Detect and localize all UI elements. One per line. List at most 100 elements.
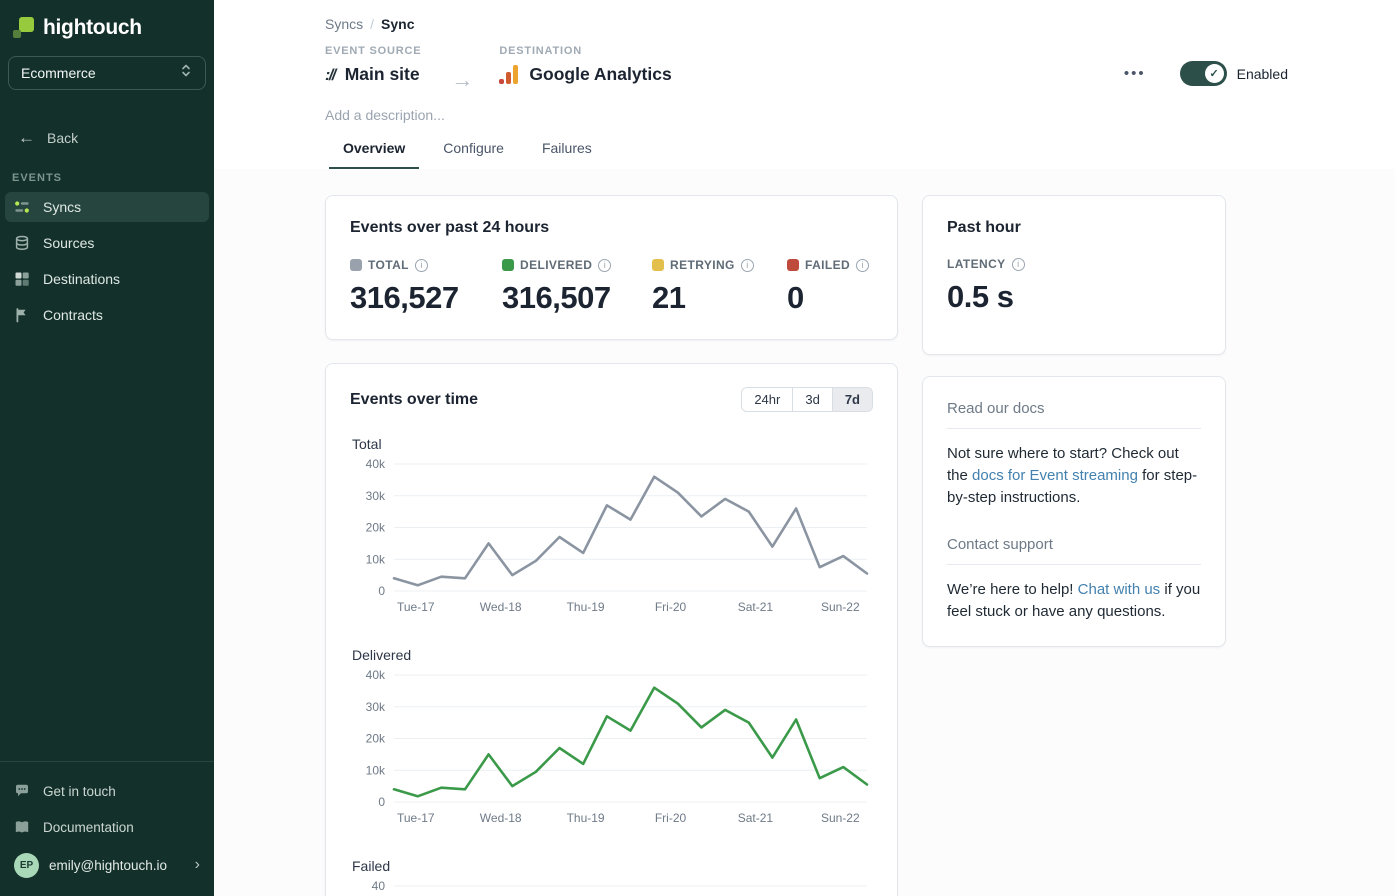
svg-text:20k: 20k [366,521,386,535]
user-menu[interactable]: EP emily@hightouch.io › [5,848,209,882]
sidebar-footer: Get in touch Documentation EP emily@high… [0,761,214,886]
stat-label: DELIVERED [520,258,592,272]
svg-text:Wed-18: Wed-18 [480,600,522,614]
total-swatch [350,259,362,271]
enabled-toggle[interactable] [1180,61,1227,86]
event-source-label: EVENT SOURCE [325,45,421,57]
svg-text:10k: 10k [366,552,386,566]
stat-value: 316,507 [502,280,652,316]
brand-logo[interactable]: hightouch [0,12,214,54]
chart-name-failed: Failed [350,858,873,874]
total-chart-section: Total 010k20k30k40kTue-17Wed-18Thu-19Fri… [350,436,873,623]
latency-label: LATENCY [947,257,1006,271]
ellipsis-menu-button[interactable] [1118,61,1152,86]
svg-text:Fri-20: Fri-20 [655,600,687,614]
sidebar: hightouch Ecommerce ← Back EVENTS Syncs [0,0,214,896]
svg-text:40: 40 [372,880,386,893]
sidebar-item-contracts[interactable]: Contracts [5,300,209,330]
breadcrumb: SyncsSync [325,16,1288,32]
svg-text:0: 0 [378,795,385,809]
failed-swatch [787,259,799,271]
support-paragraph: We’re here to help! Chat with us if you … [947,579,1201,623]
sidebar-item-label: Sources [43,235,94,251]
range-24hr-button[interactable]: 24hr [742,388,792,411]
svg-text:0: 0 [378,584,385,598]
header-controls: Enabled [1118,61,1288,86]
svg-text:Sun-22: Sun-22 [821,811,860,825]
divider [947,564,1201,565]
events-over-time-title: Events over time [350,391,478,409]
destination[interactable]: Google Analytics [499,64,671,85]
svg-text:Thu-19: Thu-19 [567,811,605,825]
info-icon[interactable] [856,259,869,272]
stat-failed: FAILED 0 [787,258,869,316]
svg-text:10k: 10k [366,763,386,777]
chart-name-delivered: Delivered [350,647,873,663]
past-hour-title: Past hour [947,219,1201,237]
contact-support-title: Contact support [947,536,1201,553]
left-column: Events over past 24 hours TOTAL 316,527 [325,195,898,896]
svg-text:Thu-19: Thu-19 [567,600,605,614]
svg-text:30k: 30k [366,700,386,714]
event-streaming-docs-link[interactable]: docs for Event streaming [972,467,1138,484]
events-24h-title: Events over past 24 hours [350,219,873,237]
sliders-icon [14,199,30,215]
sidebar-nav: Syncs Sources Destinations Contracts [0,192,214,336]
failed-events-chart: 010203040Tue-17Wed-18Thu-19Fri-20Sat-21S… [350,880,875,896]
svg-text:Wed-18: Wed-18 [480,811,522,825]
right-column: Past hour LATENCY 0.5 s Read our docs [922,195,1226,647]
tab-configure[interactable]: Configure [429,140,518,169]
chart-name-total: Total [350,436,873,452]
time-range-group: 24hr 3d 7d [741,387,873,412]
chat-with-us-link[interactable]: Chat with us [1078,581,1161,598]
documentation-link[interactable]: Documentation [5,812,209,842]
delivered-events-chart: 010k20k30k40kTue-17Wed-18Thu-19Fri-20Sat… [350,669,875,834]
docs-paragraph: Not sure where to start? Check out the d… [947,443,1201,508]
description-placeholder[interactable]: Add a description... [325,107,1288,123]
tab-overview[interactable]: Overview [329,140,419,169]
stat-total: TOTAL 316,527 [350,258,502,316]
sidebar-item-destinations[interactable]: Destinations [5,264,209,294]
info-icon[interactable] [415,259,428,272]
total-events-chart: 010k20k30k40kTue-17Wed-18Thu-19Fri-20Sat… [350,458,875,623]
chat-icon [14,783,30,799]
tab-failures[interactable]: Failures [528,140,606,169]
tab-bar: Overview Configure Failures [325,140,1288,169]
stat-label: FAILED [805,258,850,272]
flag-icon [14,307,30,323]
grid-icon [14,271,30,287]
sidebar-item-sources[interactable]: Sources [5,228,209,258]
back-button[interactable]: ← Back [0,118,214,158]
info-icon[interactable] [741,259,754,272]
breadcrumb-syncs-link[interactable]: Syncs [325,16,363,32]
destination-label: DESTINATION [499,45,671,57]
range-3d-button[interactable]: 3d [792,388,831,411]
svg-text:Sat-21: Sat-21 [738,600,774,614]
stats-row: TOTAL 316,527 DELIVERED 316,507 [350,258,873,316]
svg-text:30k: 30k [366,489,386,503]
read-our-docs-title: Read our docs [947,400,1201,417]
info-icon[interactable] [1012,258,1025,271]
range-7d-button[interactable]: 7d [832,388,872,411]
workspace-select[interactable]: Ecommerce [8,56,206,90]
info-icon[interactable] [598,259,611,272]
sidebar-item-syncs[interactable]: Syncs [5,192,209,222]
hightouch-logo-icon [12,17,34,39]
get-in-touch-button[interactable]: Get in touch [5,776,209,806]
stat-value: 0 [787,280,869,316]
events-section-label: EVENTS [0,158,214,192]
avatar: EP [14,853,39,878]
svg-text:40k: 40k [366,458,386,471]
back-label: Back [47,130,78,146]
events-24h-card: Events over past 24 hours TOTAL 316,527 [325,195,898,340]
event-source-block: EVENT SOURCE Main site [325,45,421,85]
svg-text:Fri-20: Fri-20 [655,811,687,825]
sidebar-item-label: Destinations [43,271,120,287]
event-source[interactable]: Main site [325,64,421,85]
stat-latency: LATENCY 0.5 s [947,257,1025,315]
event-source-name: Main site [345,64,420,85]
google-analytics-icon [499,65,519,85]
user-email: emily@hightouch.io [49,858,167,873]
brand-name: hightouch [43,16,142,40]
docs-card: Read our docs Not sure where to start? C… [922,376,1226,647]
